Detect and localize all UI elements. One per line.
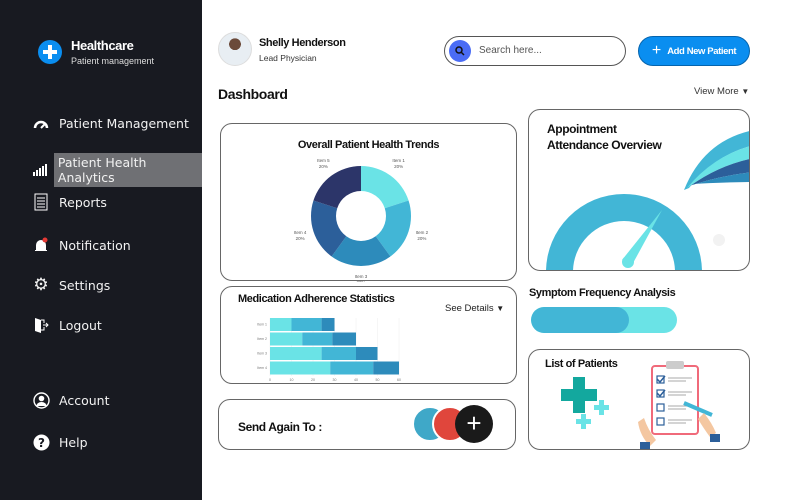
sidebar-item-settings[interactable]: ⚙ Settings xyxy=(32,275,110,295)
x-tick-label: 30 xyxy=(333,378,337,382)
x-tick-label: 40 xyxy=(354,378,358,382)
clipboard-checklist-icon xyxy=(638,361,720,449)
x-tick-label: 0 xyxy=(269,378,271,382)
document-icon xyxy=(32,193,50,211)
signal-bars-icon xyxy=(32,161,49,179)
avatar[interactable] xyxy=(218,32,252,66)
search-input[interactable]: Search here... xyxy=(444,36,626,66)
symptom-title: Symptom Frequency Analysis xyxy=(529,287,676,299)
slice-value: 20% xyxy=(296,236,305,241)
svg-text:?: ? xyxy=(38,436,45,450)
donut-chart: Item 120%Item 220%Item 320%Item 420%Item… xyxy=(294,158,429,282)
add-new-patient-button[interactable]: + Add New Patient xyxy=(638,36,750,66)
gear-icon: ⚙ xyxy=(33,275,49,295)
bar-segment xyxy=(270,347,322,360)
appointment-card: Appointment Attendance Overview xyxy=(528,109,750,271)
logout-door-icon xyxy=(32,316,50,334)
user-name: Shelly Henderson xyxy=(259,37,346,49)
slice-label: Item 4 xyxy=(294,230,307,235)
search-placeholder: Search here... xyxy=(479,45,542,56)
symptom-progress-bar xyxy=(531,307,677,333)
sidebar-item-notification[interactable]: Notification xyxy=(32,236,131,254)
add-recipient-button[interactable]: + xyxy=(455,405,493,443)
slice-value: 20% xyxy=(319,164,328,169)
sidebar-item-logout[interactable]: Logout xyxy=(32,316,102,334)
slice-value: 20% xyxy=(356,280,365,282)
plus-icon: + xyxy=(651,42,662,59)
user-role: Lead Physician xyxy=(259,53,317,63)
gauge-chart xyxy=(546,131,749,270)
bar-segment xyxy=(270,361,331,375)
y-tick-label: Item 1 xyxy=(257,323,267,327)
bar-segment xyxy=(302,332,333,346)
bar-segment xyxy=(291,318,322,331)
caret-down-icon: ▼ xyxy=(741,87,750,96)
bar-chart: 0 10 20 30 40 50 60 Item 1 Item 2 Item 3 Item 4 xyxy=(257,318,401,382)
health-trends-card: Overall Patient Health Trends Item 1 20% I… xyxy=(220,123,517,282)
send-again-label: Send Again To : xyxy=(238,420,322,434)
donut-slice xyxy=(361,166,409,209)
medication-card: Medication Adherence Statistics See Deta… xyxy=(220,286,517,384)
bar-segment xyxy=(373,361,399,375)
y-tick-label: Item 4 xyxy=(257,366,267,370)
x-tick-label: 20 xyxy=(311,378,315,382)
y-tick-label: Item 3 xyxy=(257,352,267,356)
x-tick-label: 60 xyxy=(397,378,401,382)
search-icon[interactable] xyxy=(449,40,471,62)
patients-card[interactable]: List of Patients xyxy=(528,349,750,450)
bar-segment xyxy=(321,347,356,360)
bar-segment xyxy=(330,361,374,375)
symptom-progress-fill xyxy=(531,307,629,333)
send-again-card: Send Again To : + xyxy=(218,399,516,450)
bar-segment xyxy=(321,318,335,331)
sidebar-item-account[interactable]: Account xyxy=(32,391,109,409)
user-circle-icon xyxy=(32,391,50,409)
bar-segment xyxy=(270,332,303,346)
sidebar: Healthcare Patient management Patient Ma… xyxy=(0,0,202,500)
x-tick-label: 50 xyxy=(376,378,380,382)
y-tick-label: Item 2 xyxy=(257,337,267,341)
x-tick-label: 10 xyxy=(290,378,294,382)
sidebar-item-patient-management[interactable]: Patient Management xyxy=(32,114,189,132)
slice-label: Item 2 xyxy=(416,230,429,235)
plus-circle-icon xyxy=(38,40,62,64)
brand-title: Healthcare xyxy=(71,38,134,53)
bar-segment xyxy=(356,347,378,360)
sidebar-item-patient-health-analytics[interactable]: Patient Health Analytics xyxy=(32,153,202,187)
gauge-icon xyxy=(32,114,50,132)
slice-value: 20% xyxy=(394,164,403,169)
slice-label: Item 1 xyxy=(392,158,405,163)
brand-subtitle: Patient management xyxy=(71,56,155,66)
sidebar-item-reports[interactable]: Reports xyxy=(32,193,107,211)
sidebar-item-help[interactable]: ? Help xyxy=(32,433,88,451)
bar-segment xyxy=(332,332,356,346)
donut-slice xyxy=(313,166,361,209)
view-more-link[interactable]: View More ▼ xyxy=(694,86,749,97)
slice-label: Item 5 xyxy=(317,158,330,163)
bar-segment xyxy=(270,318,292,331)
page-title: Dashboard xyxy=(218,86,288,102)
bell-icon xyxy=(32,236,50,254)
slice-value: 20% xyxy=(417,236,426,241)
help-circle-icon: ? xyxy=(32,433,50,451)
slice-label: Item 3 xyxy=(355,274,368,279)
